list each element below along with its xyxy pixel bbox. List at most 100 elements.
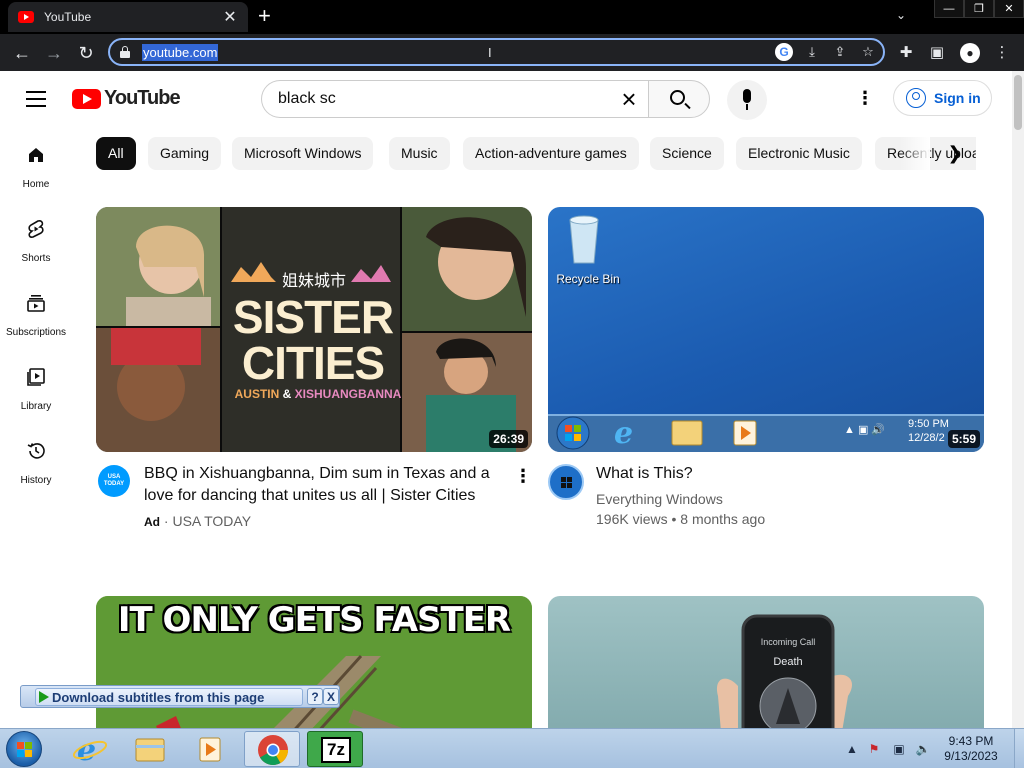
address-bar[interactable]: youtube.com I G ⤓ ⇪ ☆ [108,38,885,66]
video-channel-line: Ad · USA TODAY [144,513,252,529]
volume-muted-icon[interactable]: 🔈 [915,741,931,757]
youtube-logo-text: YouTube [104,87,181,109]
help-button[interactable]: ? [307,688,323,705]
install-app-icon[interactable]: ⤓ [803,43,821,61]
download-subtitles-button[interactable]: Download subtitles from this page [35,688,303,706]
share-icon[interactable]: ⇪ [831,43,849,61]
tab-title: YouTube [44,10,92,24]
thumbnail-sub-austin: AUSTIN [234,387,280,401]
avatar[interactable]: USA TODAY [98,465,130,497]
chips-next-chevron-icon[interactable]: ❯ [945,143,965,163]
video-duration: 26:39 [489,430,528,448]
clock-time: 9:43 PM [948,734,994,748]
chip-electronic-music[interactable]: Electronic Music [736,137,862,170]
close-popup-button[interactable]: X [323,688,339,705]
ad-badge: Ad [144,515,160,529]
search-button[interactable] [648,80,710,118]
url-text[interactable]: youtube.com [142,44,219,61]
sidebar-item-subscriptions[interactable]: Subscriptions [0,275,72,349]
chip-microsoft-windows[interactable]: Microsoft Windows [232,137,374,170]
incoming-call-label: Incoming Call [760,637,816,647]
chip-all[interactable]: All [96,137,136,170]
chip-music[interactable]: Music [389,137,450,170]
tab-close-icon[interactable]: ✕ [222,7,238,27]
show-desktop-button[interactable] [1014,729,1024,768]
show-hidden-icons-icon[interactable]: ▲ [844,741,860,757]
chip-action-adventure-games[interactable]: Action-adventure games [463,137,639,170]
taskbar-internet-explorer[interactable]: e [62,731,118,768]
bookmark-star-icon[interactable]: ☆ [859,43,877,61]
thumbnail-subheading: AUSTIN & XISHUANGBANNA [234,387,402,401]
text-cursor-icon: I [488,45,492,60]
voice-search-button[interactable] [727,80,767,120]
shorts-icon [28,220,44,238]
search-box[interactable]: × [261,80,649,118]
scrollbar-thumb[interactable] [1014,75,1022,130]
thumbnail-heading-line-2: CITIES [241,337,385,389]
video-title[interactable]: What is This? [596,463,966,485]
page-scrollbar[interactable] [1012,71,1024,728]
channel-name[interactable]: USA TODAY [172,513,251,529]
windows-taskbar: e 7z ▲ ⚑ ▣ 🔈 9:43 PM 9/13/2023 [0,728,1024,768]
sidebar-item-shorts[interactable]: Shorts [0,201,72,275]
chrome-menu-icon[interactable]: ⋮ [992,43,1012,63]
chip-science[interactable]: Science [650,137,724,170]
lock-icon[interactable] [120,46,130,58]
start-button[interactable] [6,731,42,767]
sidebar-item-history[interactable]: History [0,423,72,497]
youtube-logo[interactable]: YouTube [72,87,181,110]
taskbar-7zip[interactable]: 7z [307,731,363,767]
action-center-flag-icon[interactable]: ⚑ [866,741,882,757]
forward-arrow-icon[interactable]: → [42,41,66,65]
channel-name[interactable]: Everything Windows [596,489,723,509]
tab-search-chevron-icon[interactable]: ⌄ [896,8,906,22]
video-title[interactable]: BBQ in Xishuangbanna, Dim sum in Texas a… [144,463,499,507]
sidebar-item-library[interactable]: Library [0,349,72,423]
extensions-puzzle-icon[interactable]: ✚ [896,43,916,63]
reload-icon[interactable]: ↻ [74,41,98,65]
video-duration: 5:59 [947,430,980,448]
back-arrow-icon[interactable]: ← [10,41,34,65]
thumbnail-heading-line-1: SISTER [232,291,394,343]
youtube-header: YouTube × ⋮ Sign in [0,71,1012,127]
video-menu-icon[interactable]: ⋮ [513,464,533,488]
svg-text:e: e [614,416,633,451]
taskbar-media-player[interactable] [182,731,238,767]
chip-gaming[interactable]: Gaming [148,137,222,170]
clear-search-icon[interactable]: × [617,86,641,112]
profile-avatar-icon[interactable]: ● [960,43,980,63]
browser-tab-strip: YouTube ✕ + ⌄ — ❐ ✕ [0,0,1024,34]
taskbar-clock[interactable]: 9:43 PM 9/13/2023 [936,734,1006,764]
sign-in-button[interactable]: Sign in [893,80,992,116]
video-thumbnail-what-is-this[interactable]: e Recycle Bin ▲ ▣ 🔊 9:50 PM 12/28/2 5:59 [548,207,984,452]
sign-in-label: Sign in [934,90,981,106]
google-lens-icon[interactable]: G [775,43,793,61]
taskbar-google-chrome[interactable] [244,731,300,767]
browser-tab-youtube[interactable]: YouTube ✕ [8,2,248,32]
guide-menu-icon[interactable] [26,91,46,107]
network-icon[interactable]: ▣ [891,741,907,757]
thumbnail-text: IT ONLY GETS FASTER [117,600,511,640]
thumbnail-chinese-text: 姐妹城市 [282,273,347,290]
library-icon [27,368,45,386]
settings-menu-icon[interactable]: ⋮ [855,88,875,108]
browser-toolbar: ← → ↻ youtube.com I G ⤓ ⇪ ☆ ✚ ▣ ● ⋮ [0,34,1024,71]
sevenzip-icon: 7z [321,737,351,763]
avatar[interactable] [548,464,584,500]
search-input[interactable] [278,90,598,108]
video-stats: 196K views • 8 months ago [596,511,766,527]
search-icon [670,90,685,105]
filter-chip-bar: All Gaming Microsoft Windows Music Actio… [96,137,976,171]
side-panel-icon[interactable]: ▣ [927,43,947,63]
minimize-button[interactable]: — [934,0,964,18]
restore-button[interactable]: ❐ [964,0,994,18]
account-circle-icon [906,88,926,108]
new-tab-button[interactable]: + [258,5,271,27]
windows-logo-icon [561,477,572,488]
video-thumbnail-sister-cities[interactable]: 姐妹城市 SISTER CITIES AUSTIN & XISHUANGBANN… [96,207,532,452]
close-window-button[interactable]: ✕ [994,0,1024,18]
clock-date: 9/13/2023 [944,749,998,763]
history-icon [27,443,45,459]
sidebar-item-home[interactable]: Home [0,127,72,201]
taskbar-file-explorer[interactable] [122,731,178,767]
